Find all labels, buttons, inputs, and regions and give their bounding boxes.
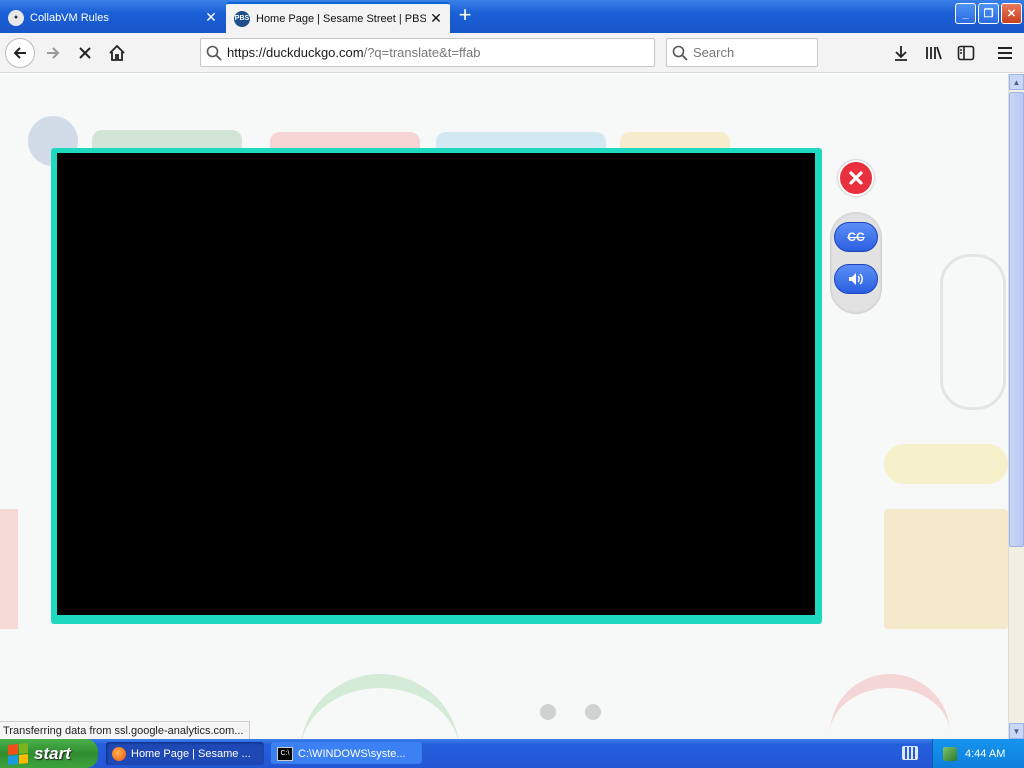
restore-button[interactable]: ❐ [978,3,999,24]
scroll-down-button[interactable]: ▼ [1009,723,1024,739]
tab-collabvm-rules[interactable]: ● CollabVM Rules ✕ [0,2,225,33]
taskbar: start Home Page | Sesame ... C:\ C:\WIND… [0,739,1024,768]
close-window-button[interactable]: ✕ [1001,3,1022,24]
library-icon [926,46,942,60]
nav-bar: https://duckduckgo.com/?q=translate&t=ff… [0,33,1024,73]
url-path: /?q=translate&t=ffab [363,45,481,60]
start-label: start [34,743,71,763]
window-controls: _ ❐ ✕ [955,3,1022,24]
download-icon [895,46,907,61]
search-bar[interactable]: Search [666,38,818,67]
url-bar[interactable]: https://duckduckgo.com/?q=translate&t=ff… [200,38,655,67]
speaker-icon [849,273,863,285]
side-panel [0,509,18,629]
closed-captions-button[interactable]: CC [834,222,878,252]
cmd-icon: C:\ [277,746,293,761]
close-player-button[interactable] [838,160,874,196]
close-icon [849,171,863,185]
collabvm-icon: ● [8,9,24,26]
url-text: https://duckduckgo.com/?q=translate&t=ff… [227,45,480,60]
character-eye [585,704,601,720]
downloads-button[interactable] [889,41,913,65]
start-button[interactable]: start [0,739,98,768]
tab-sesame-street[interactable]: PBS Home Page | Sesame Street | PBS ✕ [226,2,450,33]
tab-close-icon[interactable]: ✕ [426,10,446,27]
tab-label: CollabVM Rules [30,11,109,24]
forward-button[interactable] [38,38,68,68]
search-placeholder: Search [693,45,735,60]
home-icon [109,44,125,61]
windows-logo-icon [8,742,28,765]
scroll-up-button[interactable]: ▲ [1009,74,1024,90]
taskbar-item-label: C:\WINDOWS\syste... [298,747,406,760]
taskbar-item-label: Home Page | Sesame ... [131,747,251,760]
search-icon [667,45,693,61]
home-button[interactable] [102,38,132,68]
sidebar-button[interactable] [954,41,978,65]
volume-button[interactable] [834,264,878,294]
cc-icon: CC [847,230,865,244]
keyboard-icon[interactable] [902,746,918,760]
taskbar-item-cmd[interactable]: C:\ C:\WINDOWS\syste... [271,742,423,765]
character-illustration [940,254,1006,410]
tab-close-icon[interactable]: ✕ [201,9,221,26]
taskbar-item-firefox[interactable]: Home Page | Sesame ... [106,742,264,765]
back-arrow-icon [13,47,26,59]
character-eye [540,704,556,720]
video-player[interactable] [57,153,815,615]
stop-button[interactable] [70,38,100,68]
menu-button[interactable] [993,41,1017,65]
hamburger-menu-icon [998,47,1012,59]
pbs-kids-icon: PBS [234,10,250,27]
vertical-scrollbar[interactable]: ▲ ▼ [1008,74,1024,739]
library-button[interactable] [922,41,946,65]
page-content: CC [0,74,1008,739]
tab-label: Home Page | Sesame Street | PBS [256,12,426,25]
search-icon [201,45,227,61]
url-host: https://duckduckgo.com [227,45,364,60]
new-tab-button[interactable]: + [452,4,478,28]
video-thumbnail [884,509,1008,629]
scroll-thumb[interactable] [1009,92,1024,547]
sidebar-icon [957,45,975,61]
status-bar: Transferring data from ssl.google-analyt… [0,721,251,740]
forward-arrow-icon [47,47,60,59]
title-bar: ● CollabVM Rules ✕ PBS Home Page | Sesam… [0,0,1024,33]
video-player-frame [51,148,822,624]
decorative-arc [300,674,460,739]
back-button[interactable] [5,38,35,68]
clock[interactable]: 4:44 AM [965,748,1005,760]
minimize-button[interactable]: _ [955,3,976,24]
promo-banner [884,444,1008,484]
rainbow-decoration [830,674,950,739]
stop-icon [79,47,91,59]
player-controls: CC [830,212,882,314]
network-icon[interactable] [943,746,957,761]
firefox-icon [112,746,126,761]
system-tray: 4:44 AM [932,739,1024,768]
